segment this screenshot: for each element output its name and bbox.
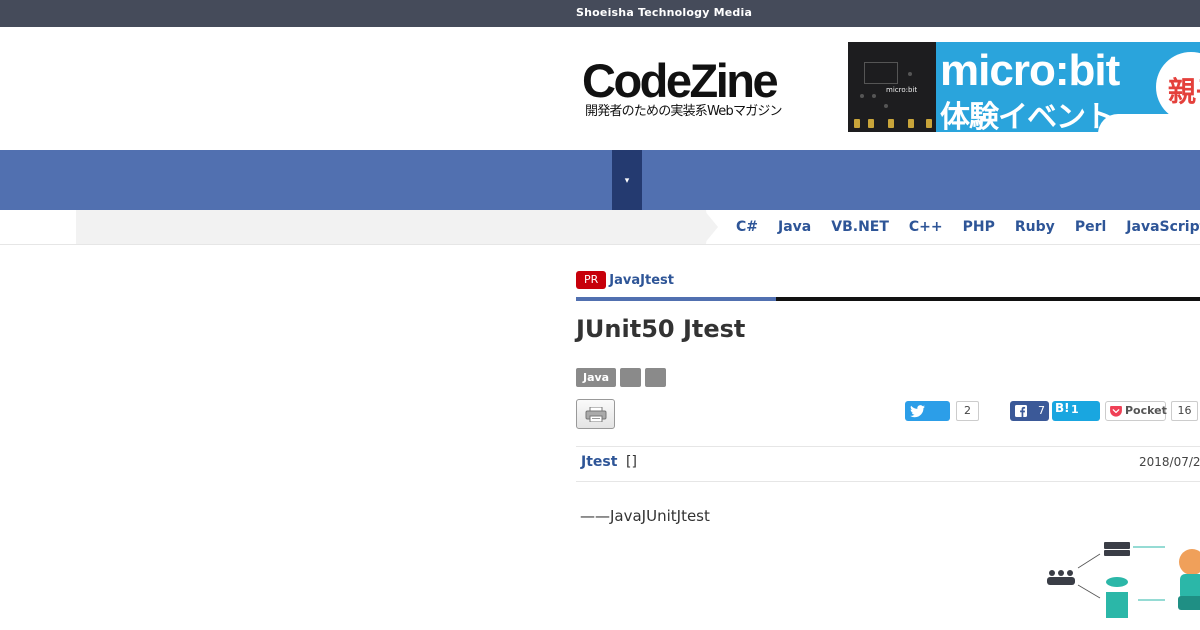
lang-link-cpp[interactable]: C++ bbox=[909, 219, 943, 235]
lang-link-perl[interactable]: Perl bbox=[1075, 219, 1106, 235]
tag-list: Java bbox=[576, 368, 667, 387]
print-button[interactable] bbox=[576, 399, 615, 429]
pocket-label: Pocket bbox=[1125, 404, 1167, 417]
ad-banner[interactable]: micro:bit micro:bit 体験イベント 親子 bbox=[848, 42, 1200, 132]
ad-badge: 親子 bbox=[1156, 52, 1200, 122]
language-subnav: C# Java VB.NET C++ PHP Ruby Perl JavaScr… bbox=[0, 210, 1200, 245]
facebook-share-button[interactable]: 7 bbox=[1010, 401, 1049, 421]
printer-icon bbox=[585, 407, 607, 422]
top-bar: Shoeisha Technology Media bbox=[0, 0, 1200, 27]
hatena-bookmark-button[interactable]: B! 1 bbox=[1052, 401, 1100, 421]
lang-link-javascript[interactable]: JavaScript bbox=[1126, 219, 1200, 235]
pocket-save-button[interactable]: Pocket bbox=[1105, 401, 1167, 421]
lang-link-php[interactable]: PHP bbox=[963, 219, 995, 235]
network-brand-link[interactable]: Shoeisha Technology Media bbox=[576, 6, 752, 19]
site-header: CodeZine 開発者のための実装系Webマガジン micro:bit mic… bbox=[0, 27, 1200, 150]
ad-subtitle: 体験イベント bbox=[940, 100, 1115, 132]
hatena-bookmark-count: 1 bbox=[1071, 403, 1079, 416]
pocket-icon bbox=[1110, 406, 1122, 417]
article-title: JUnit50 Jtest bbox=[576, 315, 746, 343]
publish-date: 2018/07/2 bbox=[1139, 455, 1200, 469]
lang-link-ruby[interactable]: Ruby bbox=[1015, 219, 1055, 235]
diagram-illustration bbox=[1047, 542, 1200, 618]
site-logo[interactable]: CodeZine 開発者のための実装系Webマガジン bbox=[582, 54, 806, 119]
category-link[interactable]: JavaJtest bbox=[609, 273, 674, 288]
subnav-band bbox=[76, 210, 708, 244]
article-meta: Jtest [] 2018/07/2 bbox=[576, 446, 1200, 482]
pocket-save-count: 16 bbox=[1171, 401, 1198, 421]
tag-item[interactable] bbox=[645, 368, 667, 387]
logo-wordmark: CodeZine bbox=[582, 54, 779, 107]
subnav-arrow bbox=[704, 210, 718, 244]
article-category-row: PR JavaJtest bbox=[576, 271, 674, 289]
main-navbar: ▾ bbox=[0, 150, 1200, 210]
title-rule bbox=[776, 297, 1200, 301]
facebook-share-count: 7 bbox=[1038, 404, 1045, 417]
facebook-icon bbox=[1015, 405, 1027, 417]
logo-tagline: 開発者のための実装系Webマガジン bbox=[585, 104, 783, 119]
ad-title: micro:bit bbox=[940, 46, 1120, 95]
microbit-board-image: micro:bit bbox=[848, 42, 936, 132]
title-rule-accent bbox=[576, 297, 776, 301]
tag-java[interactable]: Java bbox=[576, 368, 617, 387]
twitter-share-button[interactable] bbox=[905, 401, 950, 421]
lang-link-java[interactable]: Java bbox=[778, 219, 811, 235]
pr-badge: PR bbox=[576, 271, 607, 289]
article-lead: ——JavaJUnitJtest bbox=[580, 507, 710, 525]
twitter-icon bbox=[910, 405, 925, 418]
twitter-share-count: 2 bbox=[956, 401, 979, 421]
tag-item[interactable] bbox=[620, 368, 642, 387]
hatena-icon: B! bbox=[1055, 401, 1070, 415]
article-diagram-image[interactable] bbox=[1040, 530, 1200, 630]
language-links: C# Java VB.NET C++ PHP Ruby Perl JavaScr… bbox=[736, 219, 1200, 235]
menu-toggle-button[interactable]: ▾ bbox=[612, 150, 642, 210]
lang-link-csharp[interactable]: C# bbox=[736, 219, 758, 235]
author-note: [] bbox=[626, 454, 637, 470]
lang-link-vbnet[interactable]: VB.NET bbox=[831, 219, 889, 235]
author-link[interactable]: Jtest bbox=[581, 454, 617, 470]
